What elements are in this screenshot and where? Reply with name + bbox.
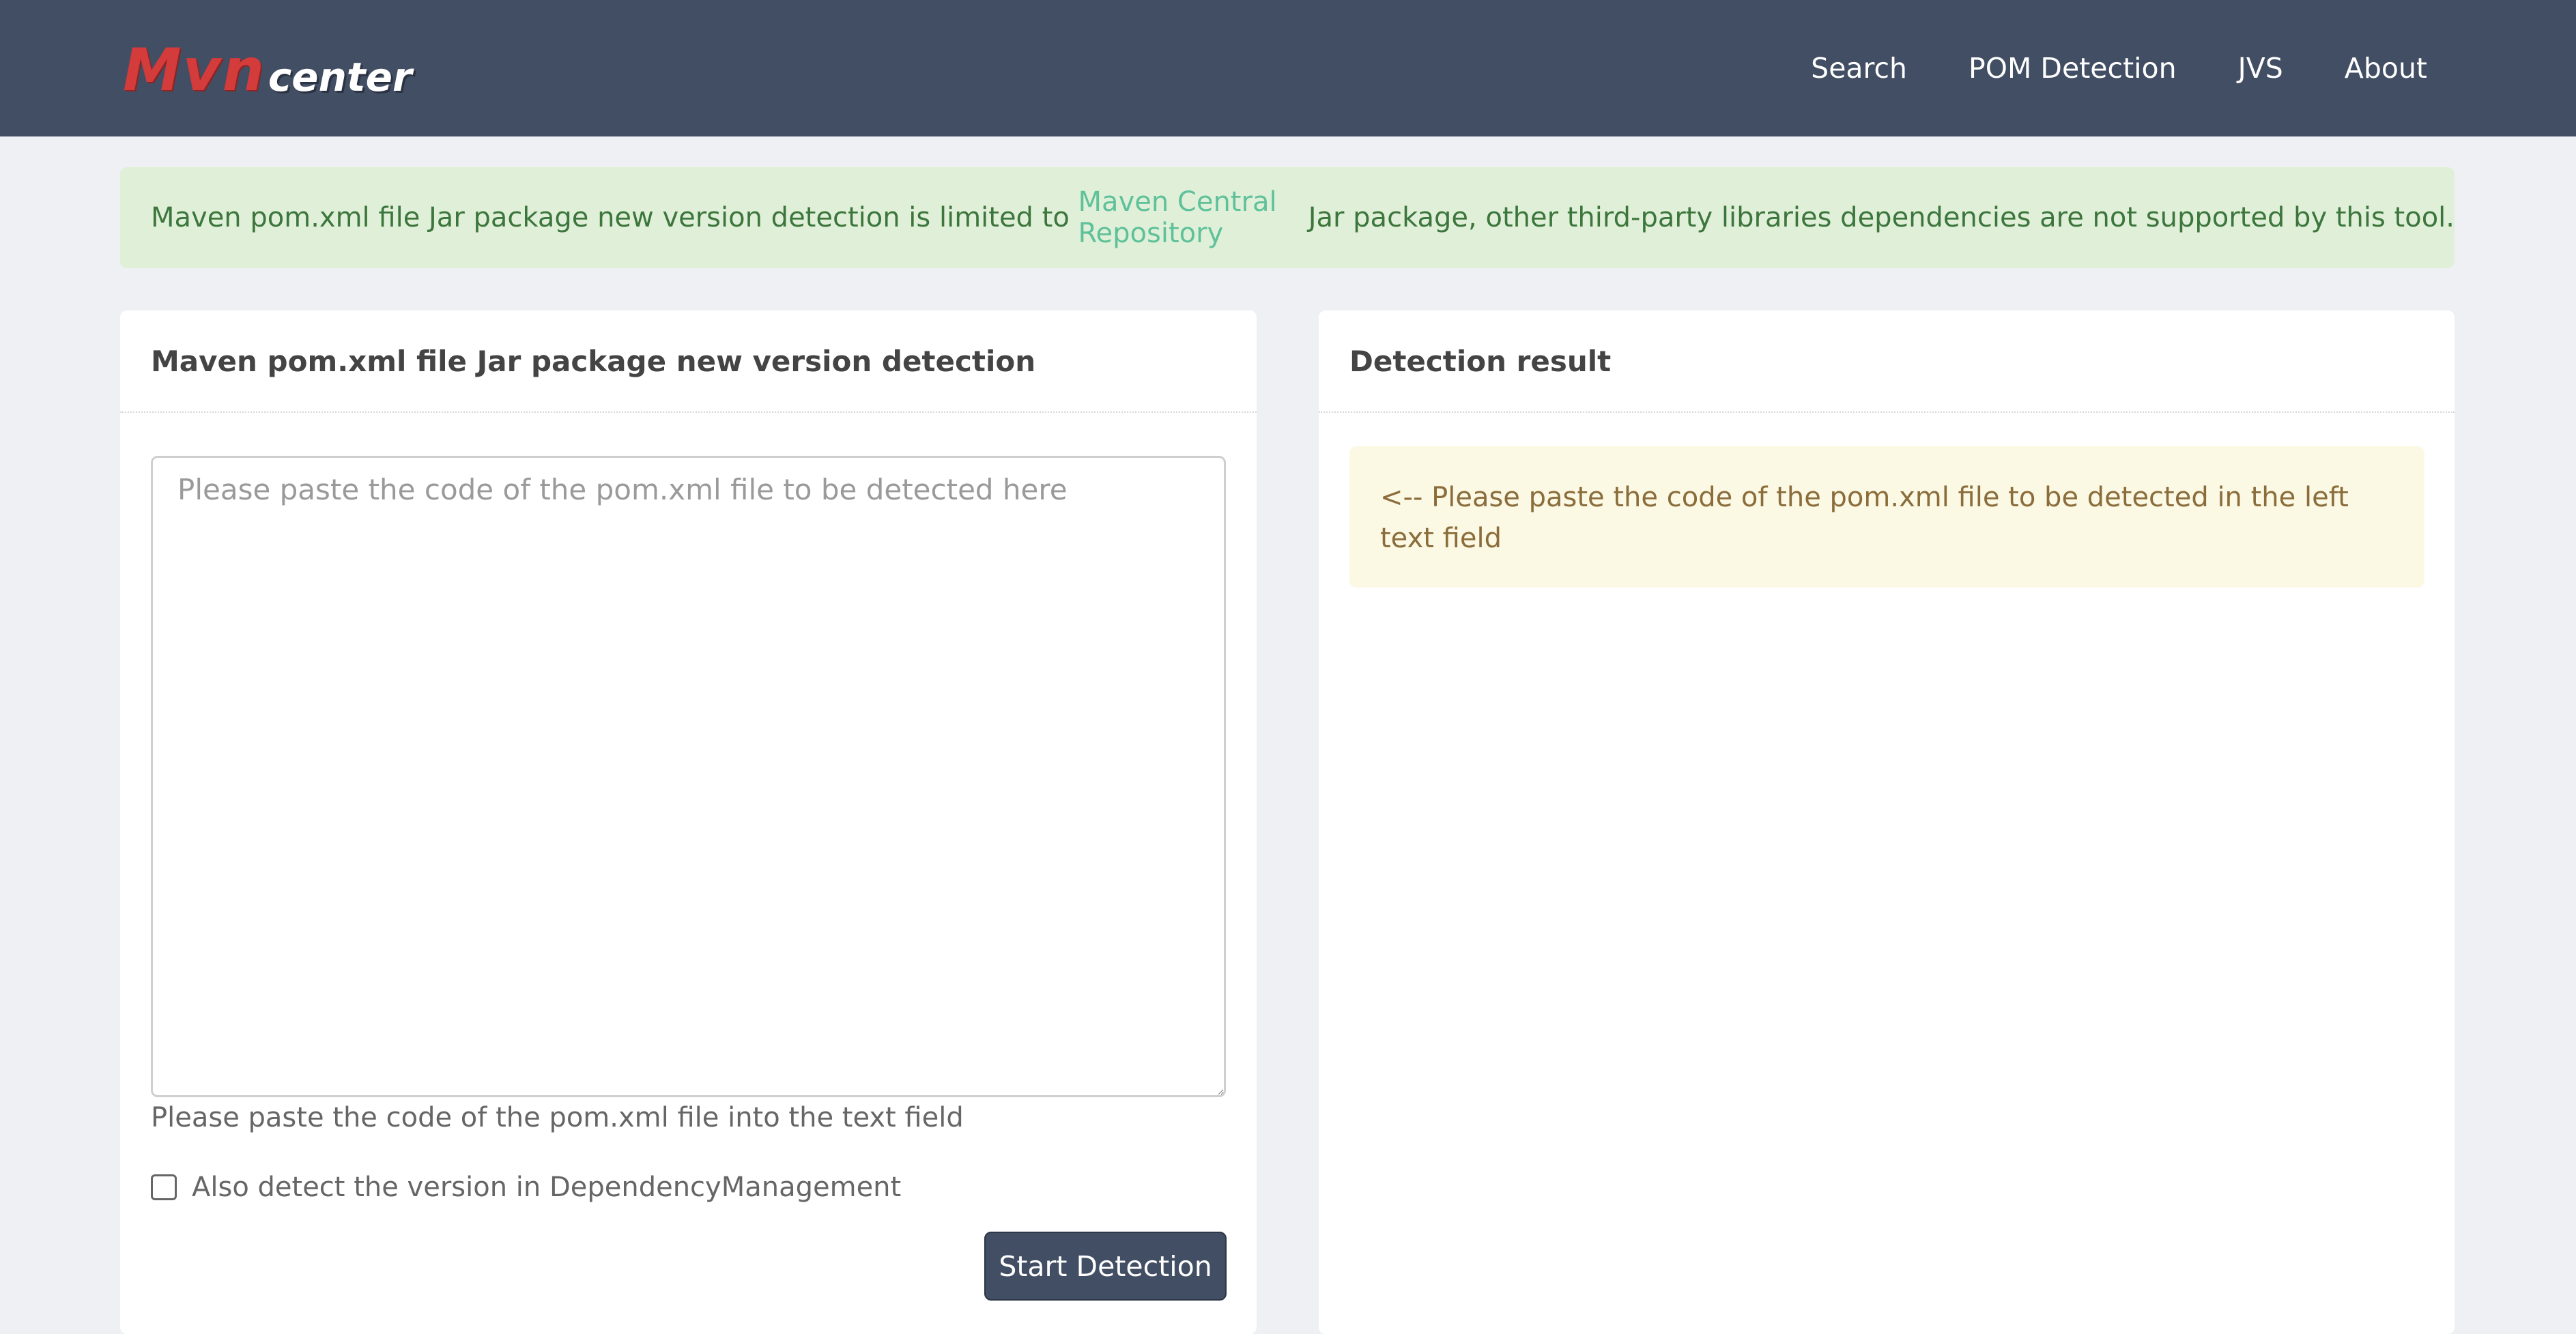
detection-result-panel: Detection result <-- Please paste the co… (1319, 310, 2455, 1334)
start-detection-button[interactable]: Start Detection (984, 1232, 1227, 1301)
nav-jvs[interactable]: JVS (2238, 52, 2283, 85)
dependency-management-checkbox[interactable] (151, 1174, 177, 1200)
dependency-management-option[interactable]: Also detect the version in DependencyMan… (151, 1172, 901, 1203)
notice-text-before: Maven pom.xml file Jar package new versi… (151, 202, 1078, 233)
nav-search[interactable]: Search (1811, 52, 1907, 85)
result-message: <-- Please paste the code of the pom.xml… (1349, 446, 2424, 588)
pom-code-textarea[interactable] (151, 456, 1226, 1097)
maven-central-link[interactable]: Maven Central Repository (1078, 186, 1300, 249)
logo-center-text: center (268, 54, 412, 100)
main-nav: Search POM Detection JVS About (1749, 0, 2427, 136)
top-navbar: Mvn center Search POM Detection JVS Abou… (0, 0, 2576, 136)
site-logo[interactable]: Mvn center (123, 38, 412, 100)
textarea-help-text: Please paste the code of the pom.xml fil… (151, 1102, 964, 1133)
nav-about[interactable]: About (2345, 52, 2427, 85)
notice-text-after: Jar package, other third-party libraries… (1299, 202, 2455, 233)
dependency-management-label: Also detect the version in DependencyMan… (192, 1172, 902, 1203)
detection-input-panel: Maven pom.xml file Jar package new versi… (120, 310, 1257, 1334)
logo-mvn-text: Mvn (123, 36, 266, 104)
nav-pom-detection[interactable]: POM Detection (1969, 52, 2177, 85)
input-panel-title: Maven pom.xml file Jar package new versi… (120, 310, 1257, 413)
info-notice: Maven pom.xml file Jar package new versi… (120, 167, 2455, 268)
result-panel-title: Detection result (1319, 310, 2455, 413)
